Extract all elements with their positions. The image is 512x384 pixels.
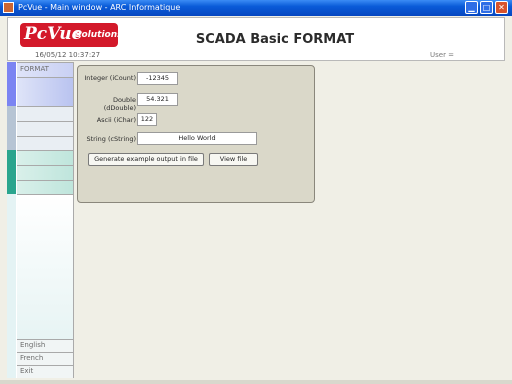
double-field[interactable]: 54.321 bbox=[137, 93, 178, 106]
nav-item-french-label: French bbox=[20, 354, 44, 362]
logo-main-text: PcVue bbox=[24, 24, 83, 44]
nav-item-blank-1[interactable] bbox=[17, 77, 73, 106]
window-title: PcVue - Main window - ARC Informatique bbox=[18, 3, 181, 12]
nav-item-french[interactable]: French bbox=[17, 352, 73, 365]
accent-grey-strip bbox=[7, 106, 16, 150]
nav-item-blank-3[interactable] bbox=[17, 121, 73, 136]
page-title: SCADA Basic FORMAT bbox=[195, 32, 355, 47]
app-icon bbox=[3, 2, 14, 13]
main-window: PcVue - Main window - ARC Informatique ▁… bbox=[0, 0, 512, 384]
nav-item-exit-label: Exit bbox=[20, 367, 34, 375]
nav-item-blank-6[interactable] bbox=[17, 165, 73, 180]
nav-item-english[interactable]: English bbox=[17, 339, 73, 352]
user-label: User = bbox=[430, 51, 455, 59]
minimize-button[interactable]: ▁ bbox=[465, 1, 478, 14]
nav-item-english-label: English bbox=[20, 341, 46, 349]
accent-blue-strip bbox=[7, 62, 16, 106]
nav-item-exit[interactable]: Exit bbox=[17, 365, 73, 378]
datetime-display: 16/05/12 10:37:27 bbox=[35, 51, 101, 59]
nav-item-blank-4[interactable] bbox=[17, 136, 73, 150]
close-button[interactable]: ✕ bbox=[495, 1, 508, 14]
integer-field[interactable]: -12345 bbox=[137, 72, 178, 85]
logo-sub-text: Solutions bbox=[75, 30, 123, 40]
nav-item-format[interactable]: FORMAT bbox=[17, 62, 73, 77]
view-file-button[interactable]: View file bbox=[209, 153, 258, 166]
nav-item-blank-2[interactable] bbox=[17, 106, 73, 121]
left-navigation: FORMAT English French Exit bbox=[7, 62, 74, 378]
pcvue-logo: PcVue Solutions bbox=[20, 23, 123, 47]
double-label: Double (dDouble) bbox=[103, 96, 136, 112]
title-bar[interactable]: PcVue - Main window - ARC Informatique ▁… bbox=[0, 0, 512, 16]
window-bottom-edge bbox=[0, 380, 512, 384]
string-field[interactable]: Hello World bbox=[137, 132, 257, 145]
nav-item-blank-7[interactable] bbox=[17, 180, 73, 194]
generate-output-button[interactable]: Generate example output in file bbox=[88, 153, 204, 166]
nav-empty-area bbox=[17, 194, 73, 339]
string-label: String (cString) bbox=[86, 135, 136, 143]
ascii-label: Ascii (iChar) bbox=[96, 116, 136, 124]
accent-light-strip bbox=[7, 194, 16, 378]
format-panel: Integer (iCount) -12345 Double (dDouble)… bbox=[77, 65, 315, 203]
integer-label: Integer (iCount) bbox=[84, 74, 136, 82]
ascii-field[interactable]: 122 bbox=[137, 113, 157, 126]
maximize-button[interactable]: □ bbox=[480, 1, 493, 14]
nav-item-blank-5[interactable] bbox=[17, 150, 73, 165]
accent-teal-strip bbox=[7, 150, 16, 194]
nav-item-format-label: FORMAT bbox=[20, 65, 49, 73]
